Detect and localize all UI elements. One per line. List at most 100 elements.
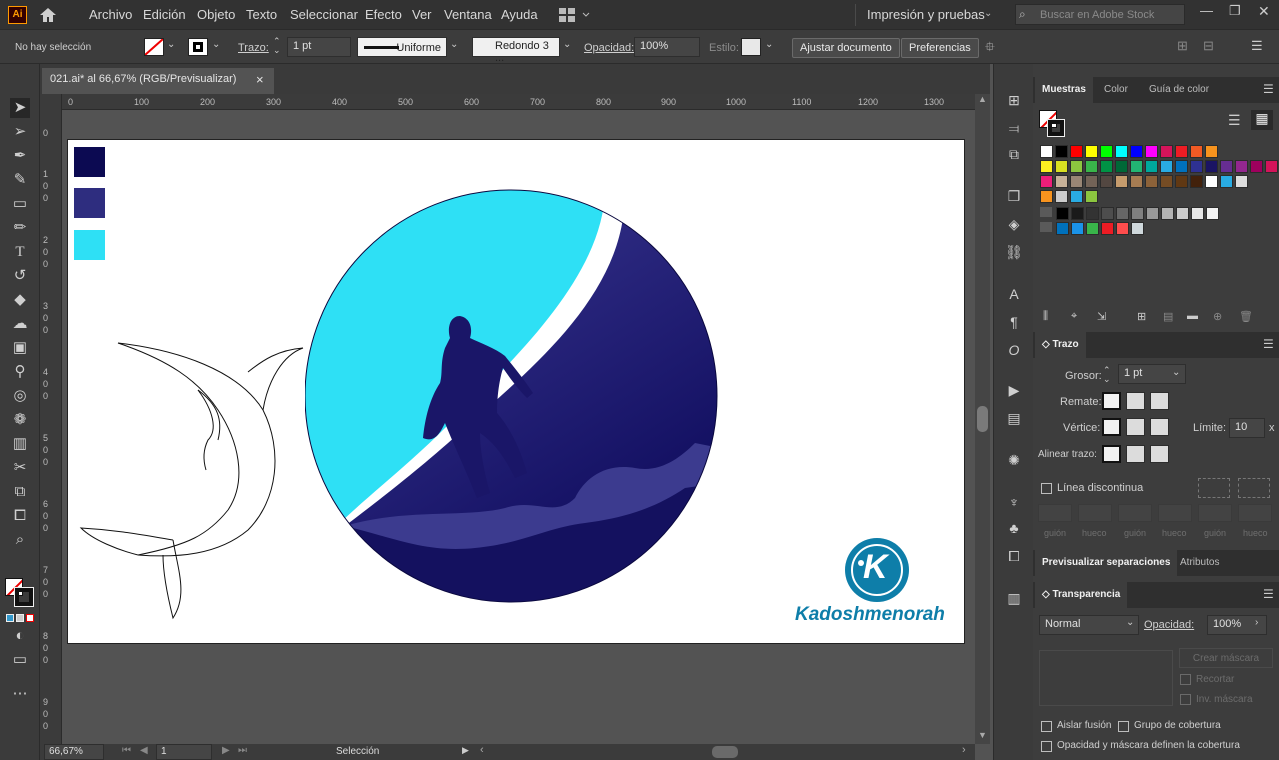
artboards-panel-icon[interactable]: ⊞: [1004, 90, 1024, 110]
color-swatch[interactable]: [1175, 160, 1188, 173]
list-view-icon[interactable]: ☰: [1228, 112, 1241, 129]
color-swatch[interactable]: [1220, 175, 1233, 188]
color-swatch[interactable]: [1055, 160, 1068, 173]
stroke-profile-select[interactable]: Uniforme: [357, 37, 447, 57]
butt-cap-button[interactable]: [1102, 392, 1121, 410]
color-swatch[interactable]: [1116, 207, 1129, 220]
horizontal-scrollbar[interactable]: ‹ ›: [480, 744, 970, 758]
scroll-right-icon[interactable]: ›: [962, 744, 966, 756]
color-swatch[interactable]: [1265, 160, 1278, 173]
menu-texto[interactable]: Texto: [246, 7, 277, 22]
scroll-left-icon[interactable]: ‹: [480, 744, 484, 756]
color-swatch[interactable]: [1040, 160, 1053, 173]
slice-tool-icon[interactable]: ✂: [10, 458, 30, 478]
limit-field[interactable]: 10: [1229, 418, 1265, 438]
curvature-tool-icon[interactable]: ✎: [10, 170, 30, 190]
menu-seleccionar[interactable]: Seleccionar: [290, 7, 358, 22]
gap-field-1[interactable]: [1078, 504, 1112, 522]
new-color-group-icon[interactable]: ▬: [1187, 310, 1198, 322]
surfer-circle-illustration[interactable]: [305, 188, 720, 604]
grid-view-icon[interactable]: ▦: [1251, 110, 1273, 130]
palette-swatch-navy[interactable]: [74, 147, 105, 177]
status-menu-icon[interactable]: ▶: [462, 745, 469, 756]
chevron-down-icon[interactable]: ⌄: [167, 39, 175, 50]
color-swatch[interactable]: [1055, 175, 1068, 188]
color-swatch[interactable]: [1085, 145, 1098, 158]
stepper-icon[interactable]: ⌃ ⌄: [273, 37, 281, 55]
stroke-weight-field[interactable]: 1 pt: [287, 37, 351, 57]
color-swatch[interactable]: [1131, 207, 1144, 220]
color-mode-icons[interactable]: [6, 614, 36, 624]
swatch-options-icon[interactable]: ⊞: [1137, 310, 1146, 323]
warp-tool-icon[interactable]: ☁: [10, 314, 30, 334]
artboard-tool-icon[interactable]: ⧠: [10, 506, 30, 526]
bevel-join-button[interactable]: [1150, 418, 1169, 436]
color-swatch[interactable]: [1101, 207, 1114, 220]
transform-panel-icon[interactable]: ⊟: [1203, 38, 1214, 54]
transform-icon[interactable]: ⯐: [985, 38, 995, 60]
align-center-button[interactable]: [1102, 445, 1121, 463]
align-icon[interactable]: ⊞: [1177, 38, 1188, 54]
close-window-icon[interactable]: ✕: [1258, 3, 1270, 20]
color-swatch[interactable]: [1235, 175, 1248, 188]
panel-menu-icon[interactable]: ☰: [1263, 82, 1274, 96]
color-swatch[interactable]: [1205, 160, 1218, 173]
gradient-tool-icon[interactable]: ▣: [10, 338, 30, 358]
round-cap-button[interactable]: [1126, 392, 1145, 410]
tab-previsualizar-separaciones[interactable]: Previsualizar separaciones: [1035, 550, 1178, 576]
invert-mask-checkbox[interactable]: [1180, 694, 1191, 705]
color-swatch[interactable]: [1056, 222, 1069, 235]
color-swatch[interactable]: [1115, 175, 1128, 188]
brand-logo-circle[interactable]: K: [845, 538, 909, 602]
gap-field-2[interactable]: [1158, 504, 1192, 522]
color-swatch[interactable]: [1145, 160, 1158, 173]
color-swatch[interactable]: [1071, 222, 1084, 235]
tab-guia-color[interactable]: Guía de color: [1142, 77, 1216, 103]
gap-field-3[interactable]: [1238, 504, 1272, 522]
tab-atributos[interactable]: Atributos: [1173, 550, 1226, 576]
panel-menu-icon[interactable]: ☰: [1263, 337, 1274, 351]
align-panel-icon[interactable]: ⫤: [1004, 118, 1024, 138]
color-swatch[interactable]: [1220, 160, 1233, 173]
chevron-right-icon[interactable]: ›: [1255, 617, 1258, 628]
create-mask-button[interactable]: Crear máscara: [1179, 648, 1273, 668]
style-swatch[interactable]: [741, 38, 761, 56]
isolate-blending-checkbox[interactable]: [1041, 721, 1052, 732]
swatch-fill-stroke-indicator[interactable]: [1039, 110, 1065, 137]
color-swatch[interactable]: [1086, 207, 1099, 220]
tab-color[interactable]: Color: [1097, 77, 1135, 103]
swatch-library-icon[interactable]: ⫼: [1043, 310, 1048, 323]
shark-outline-drawing[interactable]: [78, 340, 308, 625]
new-swatch-icon[interactable]: ⊕: [1213, 310, 1222, 323]
scroll-thumb[interactable]: [977, 406, 988, 432]
color-swatch[interactable]: [1070, 145, 1083, 158]
palette-swatch-cyan[interactable]: [74, 230, 105, 260]
tab-muestras[interactable]: Muestras: [1035, 77, 1093, 103]
swatch-kind-icon[interactable]: ⌖: [1071, 310, 1077, 323]
character-panel-icon[interactable]: A: [1004, 284, 1024, 304]
eyedropper-tool-icon[interactable]: ⚲: [10, 362, 30, 382]
fill-stroke-widget[interactable]: [5, 576, 35, 607]
color-swatch[interactable]: [1131, 222, 1144, 235]
stock-search-input[interactable]: ⌕ Buscar en Adobe Stock: [1015, 4, 1185, 25]
knockout-group-checkbox[interactable]: [1118, 721, 1129, 732]
type-tool-icon[interactable]: T: [10, 242, 30, 262]
color-swatch[interactable]: [1085, 160, 1098, 173]
menu-efecto[interactable]: Efecto: [365, 7, 402, 22]
color-swatch[interactable]: [1055, 145, 1068, 158]
square-cap-button[interactable]: [1150, 392, 1169, 410]
symbol-sprayer-icon[interactable]: ❁: [10, 410, 30, 430]
color-swatch[interactable]: [1175, 175, 1188, 188]
color-swatch[interactable]: [1205, 175, 1218, 188]
dash-exact-button[interactable]: [1238, 478, 1270, 498]
color-swatch[interactable]: [1175, 145, 1188, 158]
color-swatch[interactable]: [1146, 207, 1159, 220]
appearance-panel-icon[interactable]: ✺: [1004, 450, 1024, 470]
panel-menu-icon[interactable]: ☰: [1263, 587, 1274, 601]
opentype-panel-icon[interactable]: O: [1004, 340, 1024, 360]
opacity-field[interactable]: 100%: [634, 37, 700, 57]
preferences-button[interactable]: Preferencias: [901, 38, 979, 58]
color-swatch[interactable]: [1250, 160, 1263, 173]
color-swatch[interactable]: [1115, 160, 1128, 173]
document-info-icon[interactable]: ▤: [1004, 408, 1024, 428]
